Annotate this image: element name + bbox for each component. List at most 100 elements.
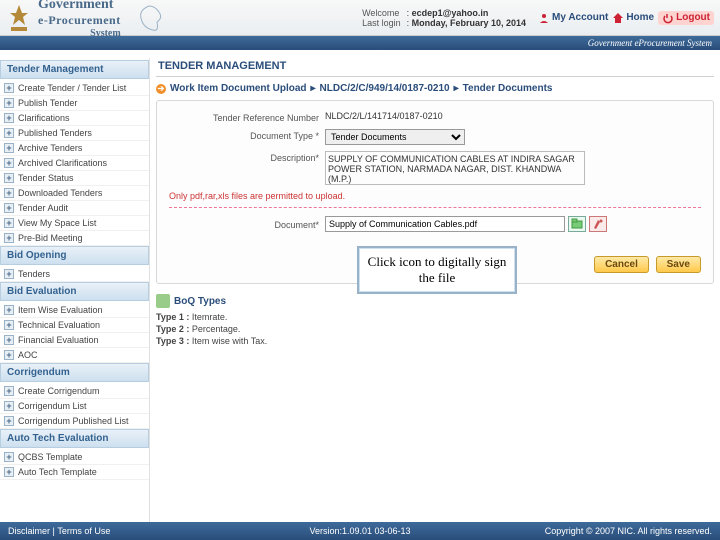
expand-icon: + [4, 203, 14, 213]
expand-icon: + [4, 143, 14, 153]
sidebar-item-label: Archived Clarifications [18, 158, 107, 168]
expand-icon: + [4, 305, 14, 315]
sidebar-item-label: Create Tender / Tender List [18, 83, 126, 93]
expand-icon: + [4, 320, 14, 330]
sidebar-item[interactable]: + Auto Tech Template [0, 465, 149, 480]
sidebar-item[interactable]: +Corrigendum List [0, 399, 149, 414]
expand-icon: + [4, 128, 14, 138]
expand-icon: + [4, 467, 14, 477]
logout-link[interactable]: Logout [658, 11, 714, 25]
footer-version: Version:1.09.01 03-06-13 [309, 526, 410, 536]
expand-icon: + [4, 113, 14, 123]
document-filename-input[interactable] [325, 216, 565, 232]
top-nav: My Account Home Logout [538, 11, 714, 25]
india-map-icon [129, 2, 189, 34]
boq-type1-value: Itemrate. [192, 312, 228, 322]
sidebar-item-label: Pre-Bid Meeting [18, 233, 83, 243]
breadcrumb: ➔ Work Item Document Upload ▸ NLDC/2/C/9… [156, 83, 714, 94]
sidebar-item[interactable]: +Tender Audit [0, 201, 149, 216]
sidebar-item-label: Financial Evaluation [18, 335, 99, 345]
sidebar-item[interactable]: + Create Tender / Tender List [0, 81, 149, 96]
breadcrumb-item-1[interactable]: Work Item Document Upload [170, 83, 307, 94]
breadcrumb-sep: ▸ [454, 83, 459, 94]
lastlogin-value: Monday, February 10, 2014 [412, 18, 526, 28]
ref-value: NLDC/2/L/141714/0187-0210 [325, 111, 443, 121]
expand-icon: + [4, 269, 14, 279]
browse-icon[interactable] [568, 216, 586, 232]
divider [169, 207, 701, 208]
footer-disclaimer-link[interactable]: Disclaimer [8, 526, 50, 536]
sidebar-item[interactable]: +Downloaded Tenders [0, 186, 149, 201]
sidebar-group-header: Bid Evaluation [0, 282, 149, 301]
sidebar-item[interactable]: +Pre-Bid Meeting [0, 231, 149, 246]
logout-icon [662, 12, 674, 24]
sidebar-item-label: Tender Status [18, 173, 74, 183]
sidebar-group-header: Auto Tech Evaluation [0, 429, 149, 448]
sidebar-item[interactable]: + Clarifications [0, 111, 149, 126]
expand-icon: + [4, 98, 14, 108]
boq-type3-value: Item wise with Tax. [192, 336, 267, 346]
boq-icon [156, 294, 170, 308]
user-icon [538, 12, 550, 24]
footer-copyright: Copyright © 2007 NIC. All rights reserve… [545, 526, 712, 536]
boq-types: BoQ Types Type 1 : Itemrate. Type 2 : Pe… [156, 294, 714, 346]
sidebar-item-label: Item Wise Evaluation [18, 305, 103, 315]
sidebar-item[interactable]: +Archived Clarifications [0, 156, 149, 171]
sidebar: Tender Management+Create Tender / Tender… [0, 58, 150, 522]
desc-label: Description* [169, 151, 319, 163]
breadcrumb-item-3[interactable]: Tender Documents [463, 83, 553, 94]
section-heading: TENDER MANAGEMENT [156, 58, 714, 77]
sidebar-item-label: Technical Evaluation [18, 320, 100, 330]
sidebar-item[interactable]: + Item Wise Evaluation [0, 303, 149, 318]
boq-header: BoQ Types [174, 296, 226, 307]
expand-icon: + [4, 83, 14, 93]
digital-sign-icon[interactable] [589, 216, 607, 232]
my-account-link[interactable]: My Account [538, 11, 608, 25]
welcome-label: Welcome [362, 8, 401, 18]
welcome-block: Welcome : ecdep1@yahoo.in Last login : M… [362, 8, 526, 28]
expand-icon: + [4, 218, 14, 228]
sign-callout: Click icon to digitally sign the file [357, 246, 517, 294]
sidebar-item-label: Corrigendum Published List [18, 416, 129, 426]
sidebar-item[interactable]: +Create Corrigendum [0, 384, 149, 399]
breadcrumb-sep: ▸ [311, 83, 316, 94]
sidebar-item-label: Publish Tender [18, 98, 77, 108]
footer: Disclaimer | Terms of Use Version:1.09.0… [0, 522, 720, 540]
header: Government e-Procurement System Welcome … [0, 0, 720, 36]
expand-icon: + [4, 335, 14, 345]
sidebar-item-label: Archive Tenders [18, 143, 82, 153]
home-link[interactable]: Home [612, 11, 654, 25]
cancel-button[interactable]: Cancel [594, 256, 649, 273]
sidebar-item[interactable]: +AOC [0, 348, 149, 363]
home-icon [612, 12, 624, 24]
expand-icon: + [4, 188, 14, 198]
sidebar-item[interactable]: + Publish Tender [0, 96, 149, 111]
expand-icon: + [4, 386, 14, 396]
doctype-label: Document Type * [169, 129, 319, 141]
footer-terms-link[interactable]: Terms of Use [57, 526, 110, 536]
sidebar-item[interactable]: + Technical Evaluation [0, 318, 149, 333]
sidebar-item-label: Tenders [18, 269, 50, 279]
breadcrumb-item-2[interactable]: NLDC/2/C/949/14/0187-0210 [320, 83, 450, 94]
sidebar-item[interactable]: +Tender Status [0, 171, 149, 186]
lastlogin-label: Last login [362, 18, 401, 28]
sidebar-item[interactable]: + Financial Evaluation [0, 333, 149, 348]
brand-line3: System [38, 28, 121, 39]
description-textarea[interactable]: SUPPLY OF COMMUNICATION CABLES AT INDIRA… [325, 151, 585, 185]
sidebar-item[interactable]: + Tenders [0, 267, 149, 282]
boq-type2-value: Percentage. [192, 324, 241, 334]
sidebar-item[interactable]: +View My Space List [0, 216, 149, 231]
sidebar-item[interactable]: +Published Tenders [0, 126, 149, 141]
doctype-select[interactable]: Tender Documents [325, 129, 465, 145]
expand-icon: + [4, 401, 14, 411]
upload-panel: Tender Reference Number NLDC/2/L/141714/… [156, 100, 714, 284]
sidebar-item[interactable]: + Archive Tenders [0, 141, 149, 156]
save-button[interactable]: Save [656, 256, 701, 273]
sidebar-item-label: Auto Tech Template [18, 467, 97, 477]
ref-label: Tender Reference Number [169, 111, 319, 123]
sidebar-item-label: AOC [18, 350, 38, 360]
sidebar-item-label: Clarifications [18, 113, 70, 123]
sidebar-item-label: QCBS Template [18, 452, 82, 462]
sidebar-item[interactable]: +QCBS Template [0, 450, 149, 465]
sidebar-item[interactable]: +Corrigendum Published List [0, 414, 149, 429]
